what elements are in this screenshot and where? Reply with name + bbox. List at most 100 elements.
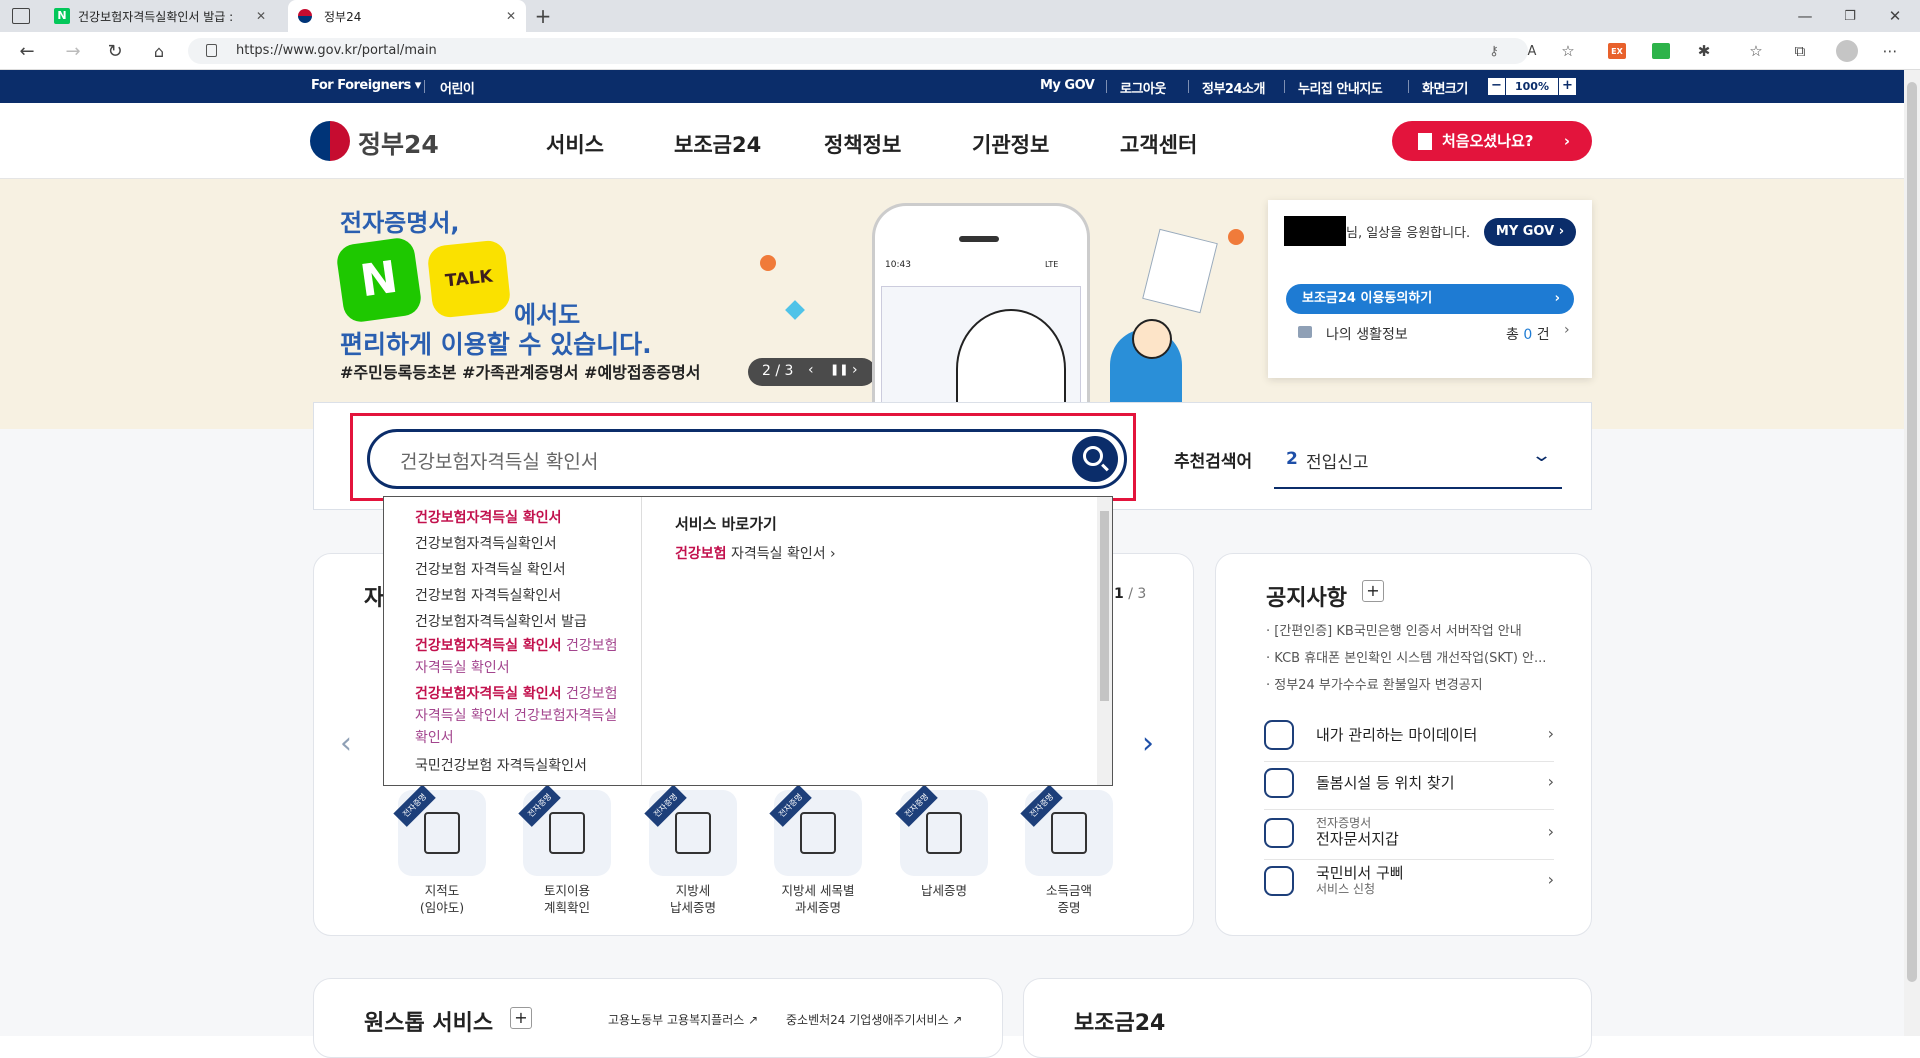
prev-slide-button[interactable]: ‹ [808,362,814,378]
dropdown-scrollbar[interactable] [1097,497,1112,785]
mygov-button[interactable]: MY GOV › [1484,218,1576,246]
menu-services[interactable]: 서비스 [546,129,604,159]
gov-emblem-logo[interactable] [310,121,350,161]
browser-toolbar: ← → ↻ ⌂ https://www.gov.kr/portal/main ⚷… [0,32,1920,70]
sitemap-link[interactable]: 누리집 안내지도 [1298,78,1383,97]
shortcut-link[interactable]: 건강보험 자격득실 확인서 › [675,543,836,563]
notice-item[interactable]: · 정부24 부가수수료 환불일자 변경공지 [1266,672,1546,699]
next-slide-button[interactable]: › [852,362,858,378]
quick-link[interactable]: 돌봄시설 등 위치 찾기 › [1264,762,1554,810]
suggestion-item[interactable]: 건강보험자격득실 확인서 건강보험자격득실 확인서 [384,635,629,683]
page-scrollbar[interactable] [1904,70,1920,1036]
site-logo-text[interactable]: 정부24 [358,125,439,161]
collections-icon[interactable]: ⧉ [1790,41,1810,61]
quick-link[interactable]: 내가 관리하는 마이데이터 › [1264,714,1554,762]
favorites-icon[interactable]: ☆ [1746,41,1766,61]
service-item[interactable]: 전자증명 지방세 납세증명 [643,784,743,916]
notice-title: 공지사항 [1266,586,1347,611]
home-icon[interactable]: ⌂ [148,40,170,62]
zoom-out-button[interactable]: − [1488,78,1505,95]
notice-item[interactable]: · [간편인증] KB국민은행 인증서 서버작업 안내 [1266,618,1546,645]
menu-subsidy24[interactable]: 보조금24 [674,129,761,159]
search-button[interactable] [1072,436,1118,482]
mygov-link[interactable]: My GOV [1040,78,1095,93]
suggestion-item[interactable]: 건강보험자격득실 확인서 [384,505,629,531]
suggestion-item[interactable]: 건강보험 자격득실 확인서 [384,557,629,583]
menu-customer-center[interactable]: 고객센터 [1120,129,1197,159]
url-text: https://www.gov.kr/portal/main [236,43,437,58]
profile-avatar[interactable] [1836,40,1858,62]
logout-link[interactable]: 로그아웃 [1120,78,1166,97]
onestop-link-2[interactable]: 중소벤처24 기업생애주기서비스 ↗ [786,1011,962,1028]
quick-link[interactable]: 전자증명서 전자문서지갑 › [1264,812,1554,860]
read-aloud-icon[interactable]: A [1522,41,1542,61]
tab-actions-icon[interactable] [12,8,30,24]
menu-agency[interactable]: 기관정보 [972,129,1049,159]
more-menu-icon[interactable]: ⋯ [1880,41,1900,61]
carousel-next-button[interactable]: › [1142,726,1154,761]
new-tab-icon[interactable]: + [532,4,554,28]
quick-link-label: 돌봄시설 등 위치 찾기 [1316,774,1455,792]
folder-icon [1298,326,1312,338]
recommend-keyword-select[interactable]: 2 전입신고 ⌄ [1274,433,1562,489]
search-input[interactable]: 건강보험자격득실 확인서 [367,429,1127,489]
extension-ex-icon[interactable]: EX [1608,43,1626,59]
document-icon: 전자증명 [644,784,737,876]
zoom-in-button[interactable]: + [1559,78,1576,95]
onestop-link-1[interactable]: 고용노동부 고용복지플러스 ↗ [608,1011,758,1028]
close-window-icon[interactable]: ✕ [1885,6,1905,26]
life-info-link[interactable]: 나의 생활정보 [1326,324,1408,344]
for-foreigners-link[interactable]: For Foreigners ▾ [311,78,421,93]
notice-item[interactable]: · KCB 휴대폰 본인확인 시스템 개선작업(SKT) 안... [1266,645,1546,672]
quick-link[interactable]: 서비스 신청 국민비서 구삐 › [1264,860,1554,908]
scrollbar-thumb[interactable] [1907,82,1917,982]
service-item[interactable]: 전자증명 지방세 세목별 과세증명 [768,784,868,916]
onestop-card: 원스톱 서비스 + 고용노동부 고용복지플러스 ↗ 중소벤처24 기업생애주기서… [313,978,1003,1058]
chevron-right-icon: › [1547,724,1554,743]
suggestion-item[interactable]: 건강보험자격득실확인서 [384,531,629,557]
back-icon[interactable]: ← [16,40,38,62]
about-link[interactable]: 정부24소개 [1202,78,1265,97]
suggestion-text: 건강보험 자격득실 확인서 [415,562,566,578]
browser-tab-2[interactable]: 정부24 ✕ [288,0,526,32]
notice-item-text: 정부24 부가수수료 환불일자 변경공지 [1274,678,1483,693]
service-item[interactable]: 전자증명 지적도 (임야도) [392,784,492,916]
onestop-more-button[interactable]: + [510,1007,532,1029]
carousel-prev-button[interactable]: ‹ [340,726,352,761]
kids-link[interactable]: 어린이 [440,78,475,97]
menu-policy[interactable]: 정책정보 [824,129,901,159]
scrollbar-thumb[interactable] [1100,511,1109,701]
favorite-add-icon[interactable]: ☆ [1558,41,1578,61]
address-bar[interactable]: https://www.gov.kr/portal/main [188,38,1528,64]
forward-icon[interactable]: → [62,40,84,62]
extension-green-icon[interactable] [1652,43,1670,59]
key-icon[interactable]: ⚷ [1484,41,1504,61]
service-label: 과세증명 [794,900,841,915]
shortcut-title: 서비스 바로가기 [675,515,777,533]
location-pin-icon [1264,768,1294,798]
suggestion-item[interactable]: 건강보험자격득실 확인서 건강보험자격득실 확인서 건강보험자격득실 확인서 [384,683,629,753]
close-icon[interactable]: ✕ [256,9,266,23]
subsidy-consent-button[interactable]: 보조금24 이용동의하기 › [1286,284,1574,314]
refresh-icon[interactable]: ↻ [104,40,126,62]
suggestion-item[interactable]: 국민건강보험 자격득실확인서 [384,753,629,779]
pause-button[interactable]: ❚❚ [830,363,848,376]
suggestion-item[interactable]: 건강보험 자격득실확인서 [384,583,629,609]
service-glyph [800,812,836,854]
first-visit-button[interactable]: 처음오셨나요? › [1392,121,1592,161]
chevron-down-icon: ⌄ [1530,445,1553,466]
certificate-illustration [1142,228,1218,314]
service-item[interactable]: 전자증명 토지이용 계획확인 [517,784,617,916]
recommend-rank: 2 [1286,449,1298,469]
notice-more-button[interactable]: + [1362,580,1384,602]
close-icon[interactable]: ✕ [506,9,516,23]
restore-icon[interactable]: ❐ [1840,6,1860,26]
life-info-count[interactable]: 총 0 건 [1506,324,1550,344]
minimize-icon[interactable]: — [1795,6,1815,26]
suggestion-item[interactable]: 건강보험자격득실확인서 발급 [384,609,629,635]
service-item[interactable]: 전자증명 소득금액 증명 [1019,784,1119,916]
service-glyph [424,812,460,854]
browser-tab-1[interactable]: N 건강보험자격득실확인서 발급 : ✕ [44,0,284,32]
service-item[interactable]: 전자증명 납세증명 [894,784,994,899]
extensions-icon[interactable]: ✱ [1694,41,1714,61]
